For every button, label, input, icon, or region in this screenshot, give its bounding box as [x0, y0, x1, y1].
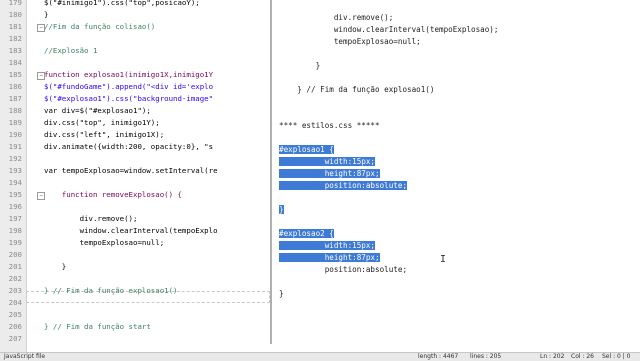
code-line: function removeExplosao() { — [44, 190, 182, 199]
notes-line: **** estilos.css ***** — [279, 121, 380, 130]
notes-line: tempoExplosao=null; — [279, 37, 421, 46]
code-line: } — [44, 262, 67, 271]
line-number: 182 — [8, 34, 22, 43]
code-line: function explosao1(inimigo1X,inimigo1Y — [44, 70, 214, 79]
fold-toggle-icon[interactable]: − — [37, 72, 45, 80]
line-number: 194 — [8, 178, 22, 187]
code-line: } // Fim da função start — [44, 322, 151, 331]
code-line: tempoExplosao=null; — [44, 238, 165, 247]
code-line: div.css("left", inimigo1X); — [44, 130, 165, 139]
notes-panel[interactable]: div.remove(); window.clearInterval(tempo… — [270, 0, 640, 344]
line-number: 197 — [8, 214, 22, 223]
line-number-gutter: 179 180 181 182 183 184 185 186 187 188 189 190 191 1… — [0, 0, 27, 352]
notes-line: } — [279, 61, 321, 70]
code-line: } // Fim da função explosao1() — [44, 286, 178, 295]
notes-line: width:15px; — [279, 241, 376, 250]
code-editor[interactable]: 179 180 181 182 183 184 185 186 187 188 189 190 191 1… — [0, 0, 270, 352]
code-line: $("#inimigo1").css("top",posicaoY); — [44, 0, 200, 7]
line-number: 185 — [8, 70, 22, 79]
line-number: 203 — [8, 286, 22, 295]
line-number: 202 — [8, 274, 22, 283]
text-cursor-icon: I — [440, 254, 446, 268]
notes-line: } — [279, 289, 284, 298]
code-line: var tempoExplosao=window.setInterval(re — [44, 166, 218, 175]
line-number: 180 — [8, 10, 22, 19]
line-number: 181 — [8, 22, 22, 31]
code-line: $("#fundoGame").append("<div id='explo — [44, 82, 214, 91]
line-number: 200 — [8, 250, 22, 259]
code-line: //Explosão 1 — [44, 46, 98, 55]
notes-line: height:87px; — [279, 169, 380, 178]
notes-line: height:87px; — [279, 253, 380, 262]
line-number: 184 — [8, 58, 22, 67]
line-number: 186 — [8, 82, 22, 91]
line-number: 179 — [8, 0, 22, 7]
line-number: 196 — [8, 202, 22, 211]
notes-line: div.remove(); — [279, 13, 394, 22]
notes-line: window.clearInterval(tempoExplosao); — [279, 25, 499, 34]
code-line: //Fim da função colisao() — [44, 22, 156, 31]
line-number: 183 — [8, 46, 22, 55]
line-number: 192 — [8, 154, 22, 163]
notes-line: width:15px; — [279, 157, 376, 166]
code-line: div.remove(); — [44, 214, 138, 223]
code-line: div.animate({width:200, opacity:0}, "s — [44, 142, 214, 151]
line-number: 195 — [8, 190, 22, 199]
fold-toggle-icon[interactable]: − — [37, 192, 45, 200]
line-number: 207 — [8, 334, 22, 343]
code-line: } — [44, 10, 49, 19]
line-number: 204 — [8, 298, 22, 307]
line-number: 206 — [8, 322, 22, 331]
line-number: 187 — [8, 94, 22, 103]
line-number: 191 — [8, 142, 22, 151]
notes-line: } // Fim da função explosao1() — [279, 85, 435, 94]
code-line: window.clearInterval(tempoExplo — [44, 226, 218, 235]
line-number: 199 — [8, 238, 22, 247]
notes-line: } — [279, 205, 284, 214]
line-number: 205 — [8, 310, 22, 319]
code-line: var div=$("#explosao1"); — [44, 106, 151, 115]
line-number: 189 — [8, 118, 22, 127]
line-number: 188 — [8, 106, 22, 115]
notes-line: #explosao1 { — [279, 145, 334, 154]
line-number: 190 — [8, 130, 22, 139]
line-number: 198 — [8, 226, 22, 235]
notes-line: position:absolute; — [279, 181, 408, 190]
line-number: 193 — [8, 166, 22, 175]
notes-line: position:absolute; — [279, 265, 408, 274]
code-line: div.css("top", inimigo1Y); — [44, 118, 160, 127]
code-line: $("#explosao1").css("background-image" — [44, 94, 214, 103]
fold-toggle-icon[interactable]: − — [37, 24, 45, 32]
notes-line: #explosao2 { — [279, 229, 334, 238]
line-number: 201 — [8, 262, 22, 271]
